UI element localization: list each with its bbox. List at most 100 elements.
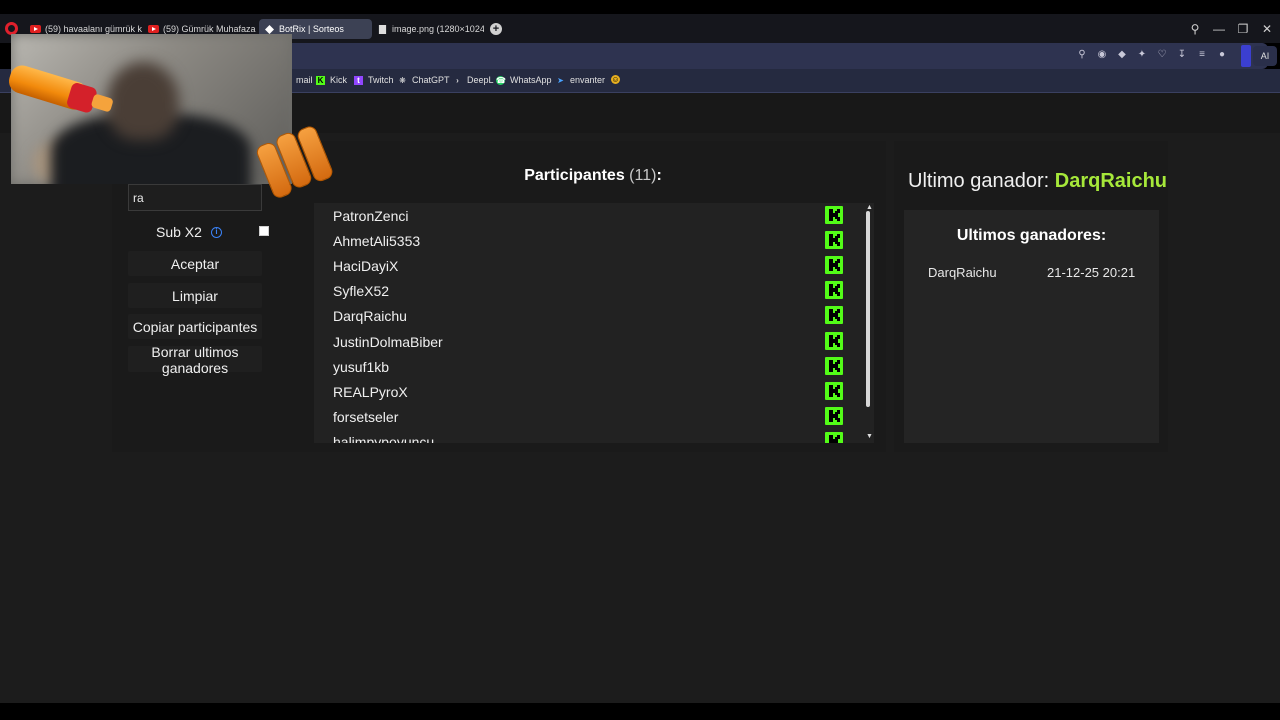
winner-time: 21-12-25 20:21 (1047, 265, 1136, 280)
bookmark-mail[interactable]: mail (296, 75, 313, 85)
participant-row[interactable]: AhmetAli5353 (314, 228, 850, 253)
accept-button[interactable]: Aceptar (128, 251, 262, 276)
participant-name: PatronZenci (333, 208, 409, 224)
scrollbar-thumb[interactable] (866, 211, 870, 407)
participant-name: SyfleX52 (333, 283, 390, 300)
participant-name: JustinDolmaBiber (333, 333, 443, 350)
participant-row[interactable]: yusuf1kb (314, 354, 850, 379)
chatgpt-icon: ❋ (399, 75, 406, 85)
close-icon[interactable]: ✕ (1256, 20, 1278, 38)
menu-icon[interactable]: ≡ (1196, 49, 1208, 61)
last-winner-name: DarqRaichu (1054, 170, 1167, 192)
bottle-neck (90, 93, 114, 113)
bookmark-kick[interactable]: K Kick (316, 75, 347, 85)
sub-x2-row: Sub X2 i (128, 222, 274, 242)
copy-participants-button[interactable]: Copiar participantes (128, 314, 262, 339)
whatsapp-icon: ☎ (496, 75, 506, 85)
scroll-up-icon[interactable]: ▲ (866, 204, 873, 211)
bookmark-emoji[interactable]: ☺ (611, 75, 625, 84)
participants-colon: : (656, 167, 662, 184)
twitch-icon: t (354, 75, 363, 85)
tab-label: (59) havaalanı gümrük kon (45, 24, 142, 34)
shield-icon[interactable]: ◆ (1116, 49, 1128, 61)
deepl-icon: › (456, 75, 459, 85)
bookmark-twitch[interactable]: t Twitch (354, 75, 394, 85)
kick-icon: K (316, 75, 325, 85)
restore-icon[interactable]: ❐ (1232, 20, 1254, 38)
winner-name: DarqRaichu (928, 265, 997, 280)
participant-row[interactable]: DarqRaichu (314, 303, 850, 328)
screen-bottom-strip (0, 703, 1280, 720)
address-bar-icons: ⚲ ◉ ◆ ✦ ♡ ↧ ≡ ● (1076, 49, 1228, 61)
tab-label: (59) Gümrük Muhafaza Tü (163, 24, 258, 34)
document-icon (378, 24, 387, 34)
last-winner: Ultimo ganador: DarqRaichu (908, 170, 1167, 193)
last-winners-box: Ultimos ganadores: DarqRaichu 21-12-25 2… (904, 210, 1159, 443)
participant-row[interactable]: forsetseler (314, 404, 850, 429)
screen-top-strip (0, 0, 1280, 14)
sidebar-accent (1241, 45, 1251, 67)
kick-icon (825, 281, 843, 300)
webcam-overlay (11, 34, 292, 184)
participant-row[interactable]: HaciDayiX (314, 253, 850, 278)
minimize-icon[interactable]: — (1208, 20, 1230, 38)
delete-last-winners-button[interactable]: Borrar ultimos ganadores (128, 343, 262, 376)
profile-icon[interactable]: ● (1216, 49, 1228, 61)
botrix-icon (265, 24, 274, 34)
participant-row[interactable]: JustinDolmaBiber (314, 329, 850, 354)
participants-heading: Participantes (524, 167, 625, 184)
bookmark-label: ChatGPT (412, 75, 450, 85)
tab-image[interactable]: image.png (1280×1024) (372, 19, 484, 39)
participants-title: Participantes (11): (314, 167, 872, 185)
participant-name: halimpypoyuncu (333, 433, 435, 443)
kick-icon (825, 356, 843, 375)
scroll-down-icon[interactable]: ▼ (866, 433, 873, 440)
bookmark-envanter[interactable]: ➤ envanter (556, 75, 605, 85)
extension-icon[interactable]: ✦ (1136, 49, 1148, 61)
kick-icon (825, 406, 843, 425)
participant-row[interactable]: REALPyroX (314, 379, 850, 404)
bookmark-label: Twitch (368, 75, 394, 85)
participants-count: (11) (629, 167, 657, 184)
participant-row[interactable]: SyfleX52 (314, 278, 850, 303)
tab-label: image.png (1280×1024) (392, 24, 484, 34)
last-winners-title: Ultimos ganadores: (956, 227, 1107, 244)
webcam-person-head (107, 62, 179, 140)
kick-icon (825, 331, 843, 350)
participant-name: REALPyroX (333, 383, 408, 400)
ai-button[interactable]: AI (1253, 46, 1277, 66)
youtube-icon (148, 25, 159, 33)
search-tabs-icon[interactable]: ⚲ (1184, 20, 1206, 38)
participant-name: AhmetAli5353 (333, 233, 421, 250)
bookmark-label: mail (296, 75, 313, 85)
new-tab-plus-icon[interactable]: + (490, 23, 502, 35)
camera-icon[interactable]: ◉ (1096, 49, 1108, 61)
bookmark-label: DeepL (467, 75, 494, 85)
tab-label: BotRix | Sorteos (279, 24, 344, 34)
kick-icon (825, 206, 843, 224)
bookmark-label: envanter (570, 75, 606, 85)
participant-name: forsetseler (333, 408, 399, 425)
youtube-icon (30, 25, 41, 33)
zoom-icon[interactable]: ⚲ (1076, 49, 1088, 61)
download-icon[interactable]: ↧ (1176, 49, 1188, 61)
info-icon[interactable]: i (211, 227, 222, 238)
search-input[interactable] (128, 184, 262, 211)
heart-icon[interactable]: ♡ (1156, 49, 1168, 61)
sub-x2-checkbox[interactable] (259, 226, 269, 236)
bookmark-deepl[interactable]: › DeepL (453, 75, 494, 85)
participant-row[interactable]: PatronZenci (314, 203, 850, 228)
delete-label-line1: Borrar ultimos (151, 343, 239, 360)
emoji-icon: ☺ (611, 75, 620, 84)
sub-x2-label: Sub X2 (156, 224, 202, 240)
participants-list[interactable]: halimpypoyuncu forsetseler REALPyroX yusuf1… (314, 203, 874, 443)
clear-button[interactable]: Limpiar (128, 283, 262, 308)
bookmark-whatsapp[interactable]: ☎ WhatsApp (496, 75, 552, 85)
participant-name: HaciDayiX (333, 258, 399, 275)
bookmark-label: Kick (330, 75, 348, 85)
bookmark-chatgpt[interactable]: ❋ ChatGPT (398, 75, 450, 85)
steam-icon: ➤ (557, 75, 564, 85)
participant-row[interactable]: halimpypoyuncu (314, 429, 850, 443)
kick-icon (825, 231, 843, 250)
participants-scrollbar[interactable]: ▲ ▼ (865, 203, 874, 443)
